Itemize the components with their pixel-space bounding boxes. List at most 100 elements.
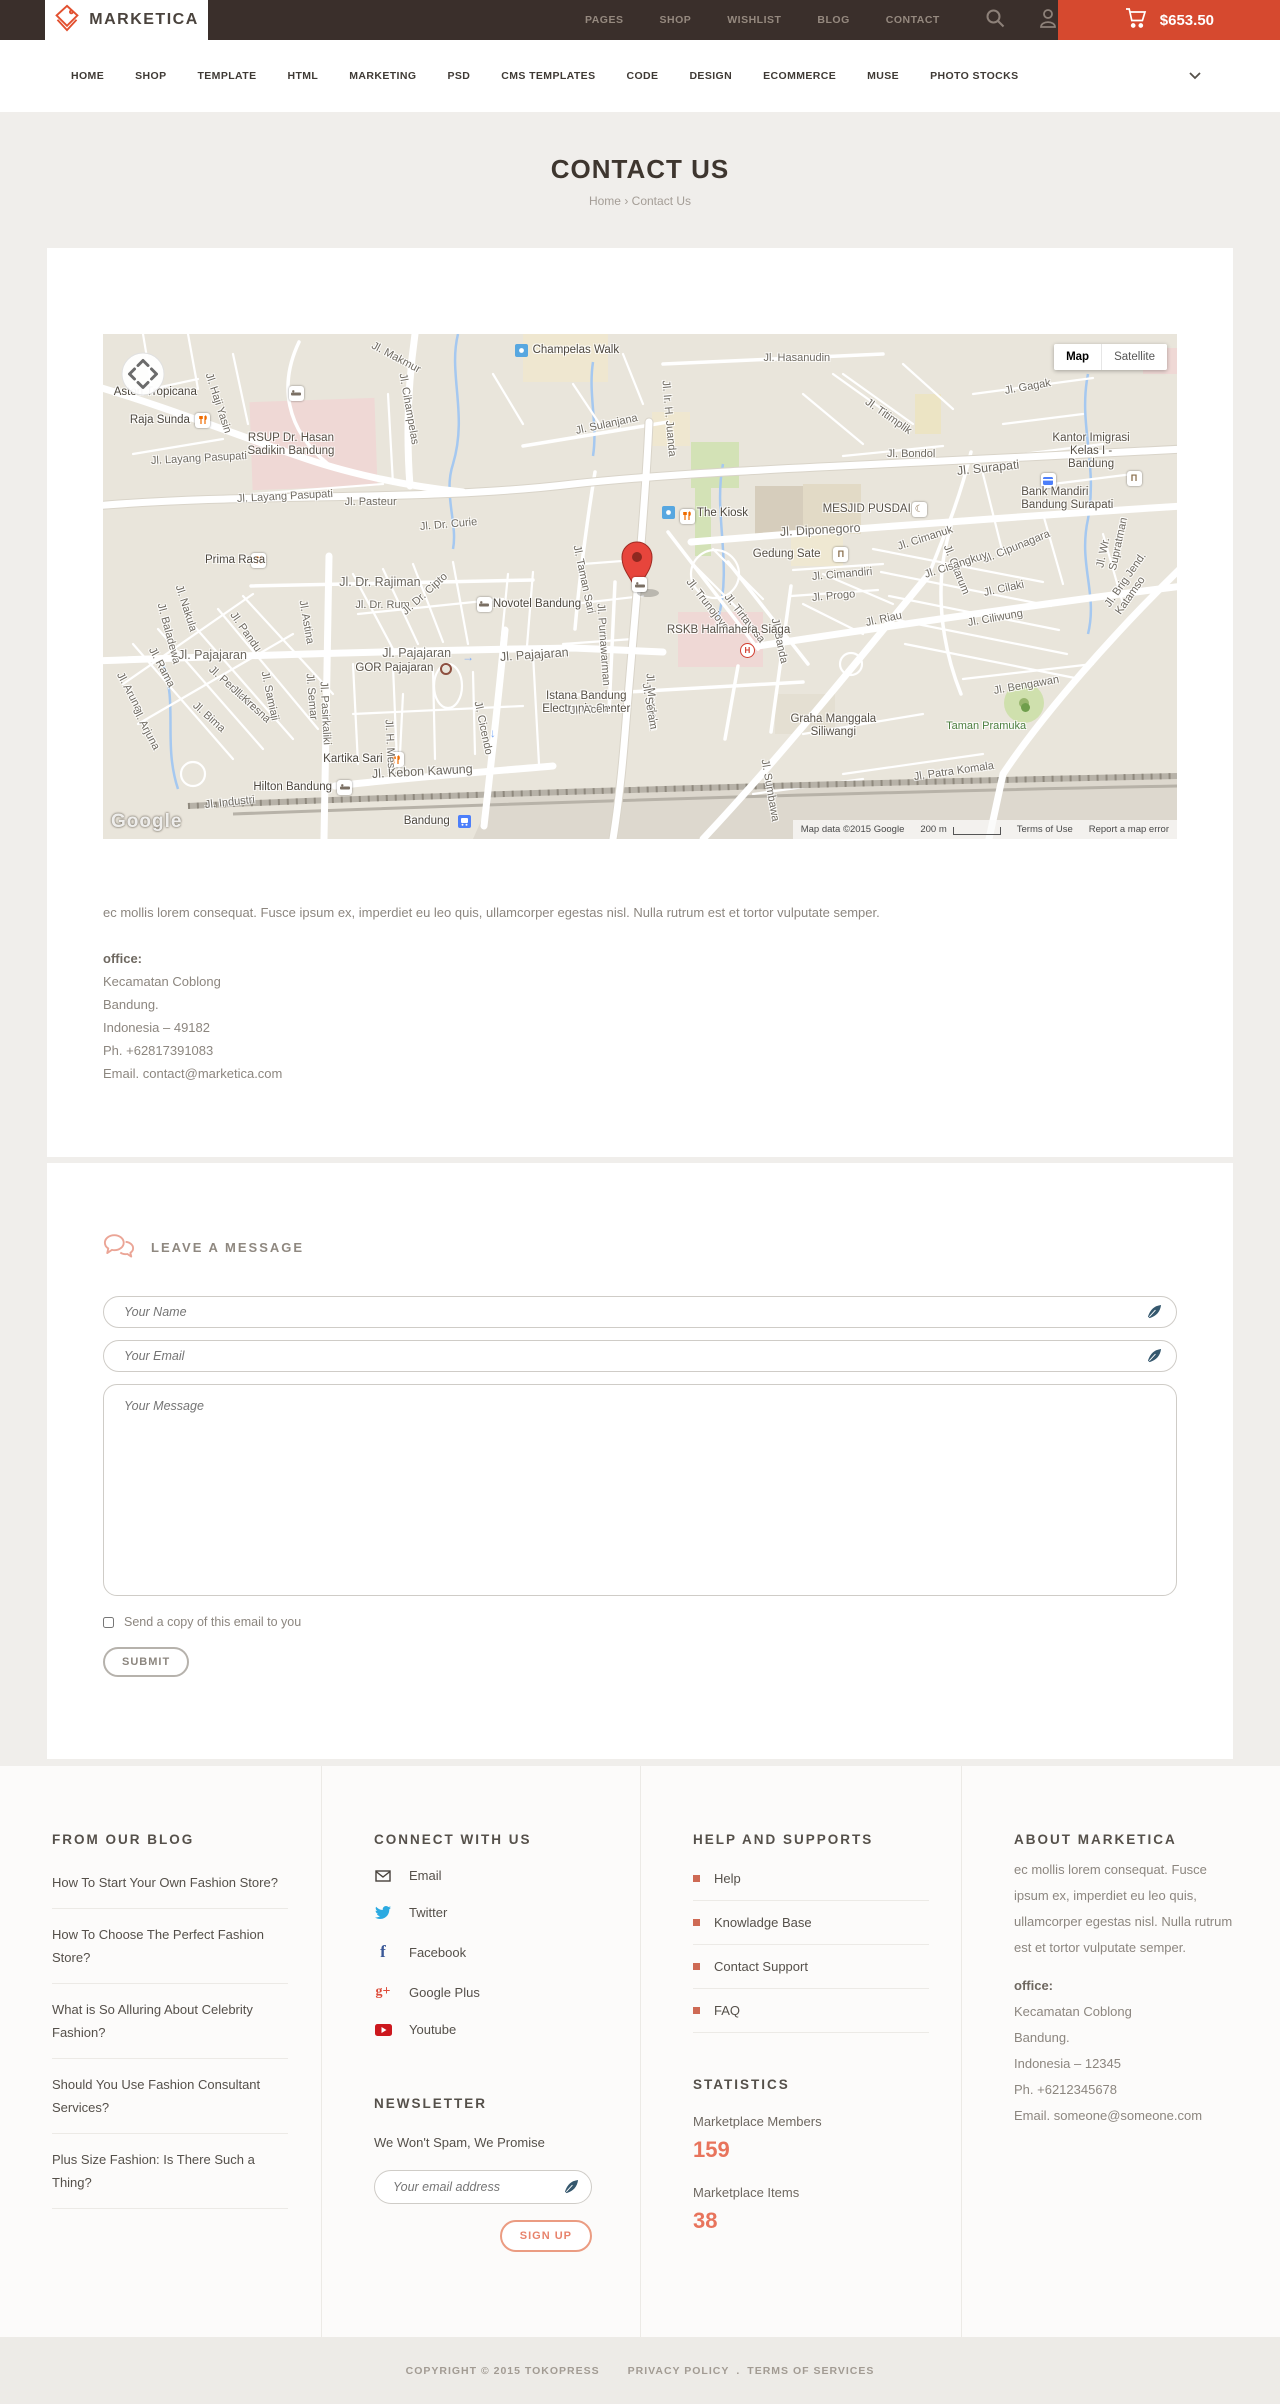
newsletter-tagline: We Won't Spam, We Promise <box>374 2135 545 2150</box>
map-label: MESJID PUSDAI <box>822 503 911 516</box>
map-label: Jl. Bondol <box>887 447 936 460</box>
chevron-down-icon[interactable] <box>1188 68 1202 86</box>
newsletter-email-input[interactable] <box>374 2170 592 2204</box>
about-office-line: Ph. +6212345678 <box>1014 2082 1118 2097</box>
social-link-twitter[interactable]: Twitter <box>374 1894 610 1931</box>
topbar-link-wishlist[interactable]: WISHLIST <box>727 14 781 26</box>
contact-form-panel: LEAVE A MESSAGE Send a copy of this emai… <box>47 1163 1233 1759</box>
footer-connect-column: CONNECT WITH US Email Twitter f Facebook g+ G… <box>321 1766 640 2337</box>
hospital-map-icon: H <box>739 643 755 659</box>
footer-blog-post-link[interactable]: Plus Size Fashion: Is There Such a Thing… <box>52 2134 288 2209</box>
office-line: Indonesia – 49182 <box>103 1020 210 1035</box>
social-label: Twitter <box>409 1905 448 1920</box>
google-logo[interactable]: Google <box>111 811 182 833</box>
bed-map-icon <box>476 596 492 612</box>
google-map[interactable]: Champelas Walk Jl. Hasanudin Jl. Cihampela… <box>103 334 1177 839</box>
send-copy-checkbox[interactable] <box>103 1616 114 1628</box>
help-label: Help <box>714 1871 741 1886</box>
about-office-line: Kecamatan Coblong <box>1014 2004 1132 2019</box>
category-nav-list: HOME SHOP TEMPLATE HTML MARKETING PSD CMS TEMP… <box>71 70 1019 82</box>
terms-of-services-link[interactable]: TERMS OF SERVICES <box>747 2365 874 2377</box>
about-office-label: office: <box>1014 1978 1053 1993</box>
pen-icon <box>1147 1304 1162 1324</box>
map-data-credit: Map data ©2015 Google <box>800 824 905 835</box>
contact-info-panel: Champelas Walk Jl. Hasanudin Jl. Cihampela… <box>47 248 1233 1157</box>
parkdot-map-icon <box>1018 700 1033 715</box>
map-label: The Kiosk <box>696 507 749 520</box>
map-type-map-button[interactable]: Map <box>1054 344 1102 370</box>
social-label: Email <box>409 1868 442 1883</box>
nav-item-code[interactable]: CODE <box>627 70 659 82</box>
map-scale-bar <box>952 827 1001 835</box>
copyright-bar: COPYRIGHT © 2015 TOKOPRESS PRIVACY POLIC… <box>0 2337 1280 2404</box>
social-label: Google Plus <box>409 1984 480 2000</box>
privacy-policy-link[interactable]: PRIVACY POLICY <box>628 2365 730 2377</box>
breadcrumb-home-link[interactable]: Home <box>589 194 621 208</box>
social-link-google-plus[interactable]: g+ Google Plus <box>374 1973 610 2011</box>
nav-item-template[interactable]: TEMPLATE <box>197 70 256 82</box>
help-link-help[interactable]: Help <box>693 1857 929 1901</box>
stat-label: Marketplace Items <box>693 2185 800 2200</box>
blue-map-icon <box>514 343 529 358</box>
help-label: FAQ <box>714 2003 741 2018</box>
about-office-line: Indonesia – 12345 <box>1014 2056 1121 2071</box>
topbar-link-blog[interactable]: BLOG <box>817 14 849 26</box>
nav-item-photo-stocks[interactable]: PHOTO STOCKS <box>930 70 1018 82</box>
nav-item-home[interactable]: HOME <box>71 70 104 82</box>
footer-about-column: ABOUT MARKETICA ec mollis lorem consequa… <box>961 1766 1280 2337</box>
map-label: Jl. Pajajaran <box>382 646 452 661</box>
footer-about-title: ABOUT MARKETICA <box>1014 1832 1177 1847</box>
cart-button[interactable]: $653.50 <box>1057 0 1280 40</box>
nav-item-ecommerce[interactable]: ECOMMERCE <box>763 70 836 82</box>
help-label: Contact Support <box>714 1959 808 1974</box>
square-bullet-icon <box>693 2007 700 2014</box>
footer-blog-post-link[interactable]: How To Choose The Perfect Fashion Store? <box>52 1909 288 1984</box>
nav-item-psd[interactable]: PSD <box>447 70 470 82</box>
about-text: ec mollis lorem consequat. Fusce ipsum e… <box>1014 1862 1233 1955</box>
social-link-email[interactable]: Email <box>374 1857 610 1894</box>
social-link-youtube[interactable]: Youtube <box>374 2011 610 2048</box>
office-line: Kecamatan Coblong <box>103 974 221 989</box>
social-label: Facebook <box>409 1944 467 1960</box>
email-input[interactable] <box>103 1340 1177 1372</box>
top-header-bar: MARKETICA PAGES SHOP WISHLIST BLOG CONTACT <box>0 0 1280 40</box>
report-map-error-link[interactable]: Report a map error <box>1089 824 1169 835</box>
footer-blog-post-link[interactable]: How To Start Your Own Fashion Store? <box>52 1857 288 1909</box>
map-label: Taman Pramuka <box>946 720 1027 733</box>
social-link-facebook[interactable]: f Facebook <box>374 1931 610 1973</box>
nav-item-html[interactable]: HTML <box>287 70 318 82</box>
signup-button[interactable]: SIGN UP <box>499 2220 592 2252</box>
map-pan-control[interactable] <box>121 352 165 401</box>
name-input[interactable] <box>103 1296 1177 1328</box>
topbar-link-contact[interactable]: CONTACT <box>886 14 940 26</box>
user-icon[interactable] <box>1038 7 1058 34</box>
statistics-block: STATISTICS Marketplace Members 159 Marketp… <box>693 2077 931 2234</box>
map-label: RSKB Halmahera Siaga <box>666 624 791 637</box>
map-type-satellite-button[interactable]: Satellite <box>1101 344 1167 370</box>
map-label: Novotel Bandung <box>492 598 582 611</box>
footer-blog-post-link[interactable]: Should You Use Fashion Consultant Servic… <box>52 2059 288 2134</box>
help-link-knowladge-base[interactable]: Knowladge Base <box>693 1901 929 1945</box>
help-link-contact-support[interactable]: Contact Support <box>693 1945 929 1989</box>
map-label: Bank Mandiri Bandung Surapati <box>1021 485 1114 511</box>
terms-of-use-link[interactable]: Terms of Use <box>1017 824 1073 835</box>
footer-help-title: HELP AND SUPPORTS <box>693 1832 874 1847</box>
send-copy-row: Send a copy of this email to you <box>103 1615 1177 1629</box>
nav-item-marketing[interactable]: MARKETING <box>349 70 416 82</box>
submit-button[interactable]: SUBMIT <box>103 1647 190 1677</box>
topbar-link-pages[interactable]: PAGES <box>585 14 623 26</box>
facebook-icon: f <box>380 1942 386 1961</box>
footer-blog-post-link[interactable]: What is So Alluring About Celebrity Fash… <box>52 1984 288 2059</box>
topbar-link-shop[interactable]: SHOP <box>659 14 691 26</box>
form-heading: LEAVE A MESSAGE <box>103 1233 1177 1262</box>
nav-item-design[interactable]: DESIGN <box>689 70 732 82</box>
search-icon[interactable] <box>984 7 1006 34</box>
brand-logo[interactable]: MARKETICA <box>45 0 208 40</box>
nav-item-shop[interactable]: SHOP <box>135 70 166 82</box>
nav-item-muse[interactable]: MUSE <box>867 70 899 82</box>
message-input[interactable] <box>103 1384 1177 1596</box>
help-link-faq[interactable]: FAQ <box>693 1989 929 2033</box>
form-heading-label: LEAVE A MESSAGE <box>151 1240 305 1255</box>
nav-item-cms-templates[interactable]: CMS TEMPLATES <box>501 70 595 82</box>
help-label: Knowladge Base <box>714 1915 812 1930</box>
